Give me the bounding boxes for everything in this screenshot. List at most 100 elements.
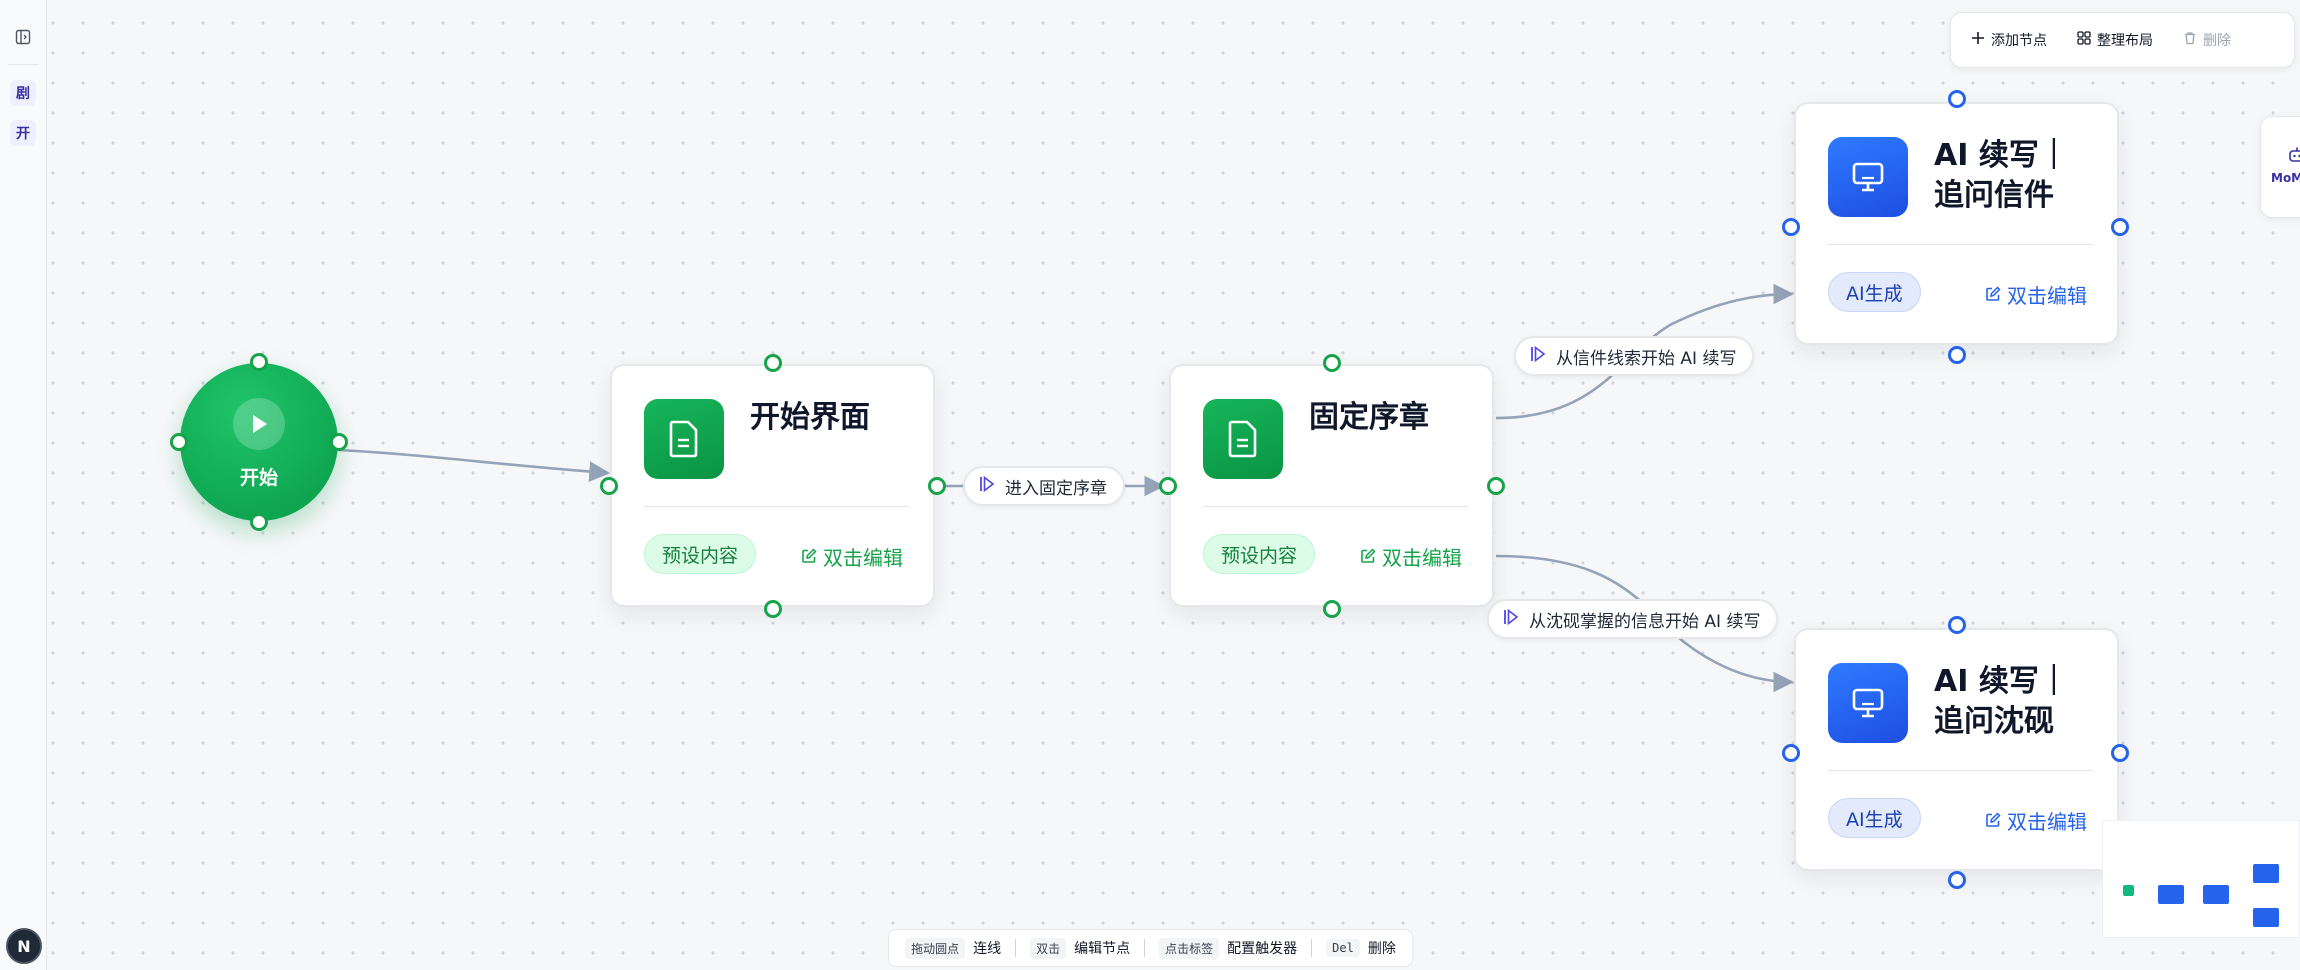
hint-connect: 拖动圆点 连线 <box>905 937 1002 959</box>
document-icon <box>644 399 724 479</box>
edit-node-button[interactable]: 双击编辑 <box>1985 280 2087 309</box>
edit-node-button[interactable]: 双击编辑 <box>801 542 903 571</box>
edge-label-text: 从信件线索开始 AI 续写 <box>1556 348 1737 369</box>
hint-action: 配置触发器 <box>1227 941 1298 957</box>
node-intro-handle-right[interactable] <box>928 477 946 495</box>
edit-label: 双击编辑 <box>2007 810 2087 834</box>
document-icon <box>1203 399 1283 479</box>
start-node-handle-left[interactable] <box>170 433 188 451</box>
trigger-play-icon <box>979 475 995 498</box>
node-type-badge: 预设内容 <box>1203 534 1316 574</box>
side-card-label: MoMo <box>2271 171 2300 185</box>
play-icon <box>233 398 285 450</box>
edit-node-button[interactable]: 双击编辑 <box>1985 806 2087 835</box>
add-node-button[interactable]: 添加节点 <box>1959 21 2059 59</box>
node-title-line: 开始界面 <box>750 400 870 435</box>
node-intro-handle-top[interactable] <box>764 354 782 372</box>
start-node-handle-right[interactable] <box>330 433 348 451</box>
trash-icon <box>2183 31 2197 49</box>
edit-icon <box>1985 809 2001 833</box>
node-ai-shenyan[interactable]: AI 续写｜ 追问沈砚 AI生成 双击编辑 <box>1794 628 2119 871</box>
minimap-node <box>2253 908 2279 927</box>
node-prologue-handle-bottom[interactable] <box>1323 600 1341 618</box>
edit-icon <box>1360 545 1376 569</box>
start-node[interactable]: 开始 <box>180 363 338 521</box>
start-node-label: 开始 <box>239 467 278 489</box>
delete-label: 删除 <box>2203 33 2231 49</box>
hint-key: 点击标签 <box>1159 937 1220 959</box>
hint-key: 双击 <box>1030 937 1067 959</box>
hint-key: 拖动圆点 <box>905 937 966 959</box>
node-prologue-handle-right[interactable] <box>1487 477 1505 495</box>
start-node-handle-bottom[interactable] <box>250 513 268 531</box>
add-node-label: 添加节点 <box>1991 33 2047 49</box>
node-divider <box>644 506 909 507</box>
node-title-line: 追问信件 <box>1934 178 2054 213</box>
node-intro-handle-bottom[interactable] <box>764 600 782 618</box>
hint-action: 连线 <box>973 941 1002 957</box>
hint-key: Del <box>1326 939 1360 957</box>
node-title-line: AI 续写｜ <box>1934 664 2069 699</box>
trigger-play-icon <box>1530 345 1546 368</box>
edit-icon <box>1985 283 2001 307</box>
hint-divider <box>1144 939 1146 957</box>
node-type-badge: AI生成 <box>1828 272 1921 312</box>
node-ai-letter[interactable]: AI 续写｜ 追问信件 AI生成 双击编辑 <box>1794 102 2119 345</box>
monitor-icon <box>1828 137 1908 217</box>
node-title: 固定序章 <box>1309 398 1429 438</box>
monitor-icon <box>1828 663 1908 743</box>
minimap[interactable] <box>2102 820 2300 938</box>
edge-label-shenyan-info[interactable]: 从沈砚掌握的信息开始 AI 续写 <box>1487 599 1779 639</box>
canvas-toolbar: 添加节点 整理布局 删除 <box>1950 12 2295 68</box>
node-title-line: AI 续写｜ <box>1934 138 2069 173</box>
minimap-node <box>2203 885 2229 904</box>
node-title: AI 续写｜ 追问信件 <box>1934 136 2069 216</box>
node-title: AI 续写｜ 追问沈砚 <box>1934 662 2069 742</box>
hint-divider <box>1311 939 1313 957</box>
edit-label: 双击编辑 <box>823 546 903 570</box>
node-shenyan-handle-bottom[interactable] <box>1948 871 1966 889</box>
tidy-layout-label: 整理布局 <box>2097 33 2153 49</box>
node-prologue-handle-left[interactable] <box>1159 477 1177 495</box>
minimap-node <box>2253 864 2279 883</box>
node-title-line: 追问沈砚 <box>1934 704 2054 739</box>
node-title-line: 固定序章 <box>1309 400 1429 435</box>
edge-label-enter-prologue[interactable]: 进入固定序章 <box>963 466 1125 506</box>
edge-label-letter-clue[interactable]: 从信件线索开始 AI 续写 <box>1514 336 1755 376</box>
node-letter-handle-left[interactable] <box>1782 218 1800 236</box>
hint-edit: 双击 编辑节点 <box>1030 937 1130 959</box>
node-type-badge: 预设内容 <box>644 534 757 574</box>
edit-label: 双击编辑 <box>1382 546 1462 570</box>
hint-trigger: 点击标签 配置触发器 <box>1159 937 1298 959</box>
node-shenyan-handle-left[interactable] <box>1782 744 1800 762</box>
node-letter-handle-right[interactable] <box>2111 218 2129 236</box>
minimap-node <box>2158 885 2184 904</box>
trigger-play-icon <box>1503 608 1519 631</box>
node-shenyan-handle-right[interactable] <box>2111 744 2129 762</box>
edit-label: 双击编辑 <box>2007 284 2087 308</box>
node-title: 开始界面 <box>750 398 870 438</box>
node-divider <box>1828 770 2093 771</box>
node-prologue-handle-top[interactable] <box>1323 354 1341 372</box>
plus-icon <box>1971 31 1985 49</box>
delete-button[interactable]: 删除 <box>2171 21 2243 59</box>
layout-grid-icon <box>2077 31 2091 49</box>
node-intro-screen[interactable]: 开始界面 预设内容 双击编辑 <box>610 364 935 607</box>
edit-icon <box>801 545 817 569</box>
robot-icon <box>2287 145 2300 165</box>
node-fixed-prologue[interactable]: 固定序章 预设内容 双击编辑 <box>1169 364 1494 607</box>
node-intro-handle-left[interactable] <box>600 477 618 495</box>
tidy-layout-button[interactable]: 整理布局 <box>2065 21 2165 59</box>
hint-delete: Del 删除 <box>1326 938 1396 958</box>
start-node-handle-top[interactable] <box>250 353 268 371</box>
edit-node-button[interactable]: 双击编辑 <box>1360 542 1462 571</box>
assistant-side-card[interactable]: MoMo <box>2260 116 2300 218</box>
edge-label-text: 进入固定序章 <box>1005 478 1107 499</box>
shortcut-hint-bar: 拖动圆点 连线 双击 编辑节点 点击标签 配置触发器 Del 删除 <box>888 929 1413 967</box>
node-letter-handle-bottom[interactable] <box>1948 346 1966 364</box>
node-letter-handle-top[interactable] <box>1948 90 1966 108</box>
node-divider <box>1203 506 1468 507</box>
node-shenyan-handle-top[interactable] <box>1948 616 1966 634</box>
edge-label-text: 从沈砚掌握的信息开始 AI 续写 <box>1529 611 1761 632</box>
node-type-badge: AI生成 <box>1828 798 1921 838</box>
